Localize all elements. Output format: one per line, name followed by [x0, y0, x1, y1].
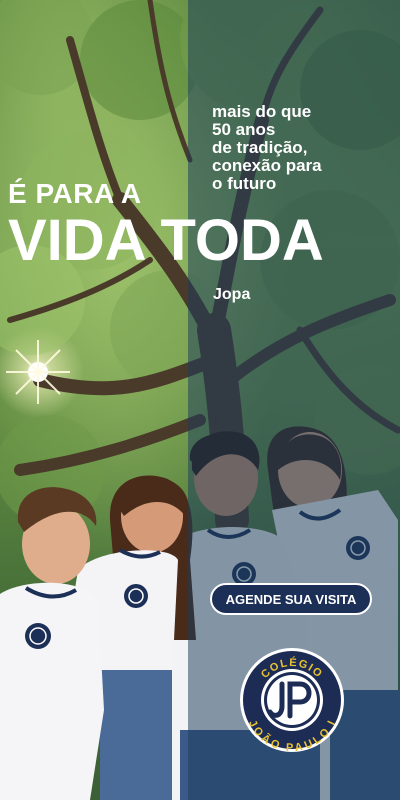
student-boy-left: [0, 487, 104, 800]
tagline: mais do que 50 anos de tradição, conexão…: [212, 102, 322, 193]
school-crest-icon: COLÉGIO JOÃO PAULO I: [240, 648, 344, 754]
brand-short-name: Jopa: [213, 286, 251, 303]
headline-big: VIDA TODA: [8, 208, 324, 273]
schedule-visit-button[interactable]: AGENDE SUA VISITA: [210, 583, 372, 615]
headline-small: É PARA A: [8, 178, 142, 209]
school-ad-banner: mais do que 50 anos de tradição, conexão…: [0, 0, 400, 800]
